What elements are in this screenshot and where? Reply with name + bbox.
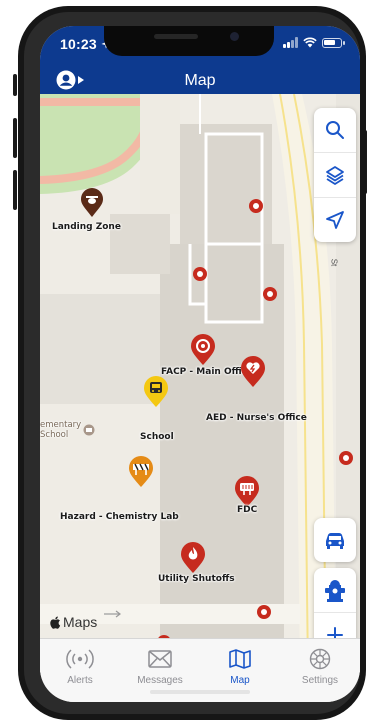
flame-icon[interactable] <box>180 542 206 574</box>
hydrant-marker[interactable] <box>256 604 272 622</box>
tab-messages-label: Messages <box>137 675 183 686</box>
map-view[interactable]: ementary School Landing Zone FACP - Main… <box>40 94 360 672</box>
broadcast-icon <box>66 649 94 669</box>
locate-me-button[interactable] <box>314 198 356 242</box>
map-canvas <box>40 94 360 672</box>
layers-button[interactable] <box>314 153 356 198</box>
tab-settings-label: Settings <box>301 675 339 686</box>
wifi-icon <box>303 37 317 48</box>
volume-down-button <box>13 170 17 210</box>
volume-up-button <box>13 118 17 158</box>
heart-defibrillator-icon[interactable] <box>240 356 266 388</box>
hydrant-filter-button[interactable] <box>314 568 356 613</box>
search-icon <box>326 121 344 139</box>
parking-area <box>40 294 160 404</box>
hydrant-marker[interactable] <box>248 198 264 216</box>
street-label: St <box>329 258 339 267</box>
school-poi-icon <box>83 424 95 436</box>
silent-switch <box>13 74 17 96</box>
building-main <box>160 244 284 664</box>
envelope-icon <box>148 650 172 668</box>
vehicle-button[interactable] <box>314 518 356 562</box>
app-screen: ementary School Landing Zone FACP - Main… <box>40 26 360 702</box>
school-bus-icon[interactable] <box>143 376 169 408</box>
maps-attribution[interactable]: Maps <box>50 614 97 630</box>
marker-label-school[interactable]: School <box>140 432 174 442</box>
battery-icon <box>322 37 345 48</box>
hydrant-icon <box>325 580 345 602</box>
gear-icon <box>309 648 331 670</box>
map-controls-vehicle <box>314 518 356 562</box>
map-icon <box>229 649 251 669</box>
status-time: 10:23 <box>60 36 110 52</box>
marker-label-landing-zone[interactable]: Landing Zone <box>52 222 121 232</box>
tab-alerts-label: Alerts <box>67 675 93 686</box>
marker-label-utility-shutoffs[interactable]: Utility Shutoffs <box>158 574 235 584</box>
tab-map-label: Map <box>230 675 250 686</box>
layers-icon <box>326 166 344 185</box>
apple-logo-icon <box>50 616 61 629</box>
signal-icon <box>283 37 298 48</box>
marker-label-hazard[interactable]: Hazard - Chemistry Lab <box>60 512 179 522</box>
home-indicator <box>150 690 250 694</box>
hydrant-marker[interactable] <box>338 450 354 468</box>
tab-settings[interactable]: Settings <box>280 639 360 702</box>
hydrant-marker[interactable] <box>192 266 208 284</box>
barricade-icon[interactable] <box>128 456 154 488</box>
map-controls-top <box>314 108 356 242</box>
page-title: Map <box>184 72 216 89</box>
search-button[interactable] <box>314 108 356 153</box>
helicopter-icon[interactable] <box>80 188 104 218</box>
tab-alerts[interactable]: Alerts <box>40 639 120 702</box>
alarm-panel-icon[interactable] <box>190 334 216 366</box>
marker-label-aed[interactable]: AED - Nurse's Office <box>206 413 307 423</box>
car-icon <box>326 533 344 549</box>
navigation-bar: 10:23 Map <box>40 26 360 94</box>
hydrant-marker[interactable] <box>262 286 278 304</box>
fire-dept-connection-icon[interactable] <box>234 476 260 508</box>
poi-school-label: ementary School <box>40 420 82 440</box>
marker-label-fdc[interactable]: FDC <box>237 505 257 515</box>
device-notch <box>104 26 274 56</box>
maps-attribution-label: Maps <box>63 614 98 630</box>
status-icons <box>283 37 345 48</box>
location-arrow-icon <box>326 211 344 229</box>
